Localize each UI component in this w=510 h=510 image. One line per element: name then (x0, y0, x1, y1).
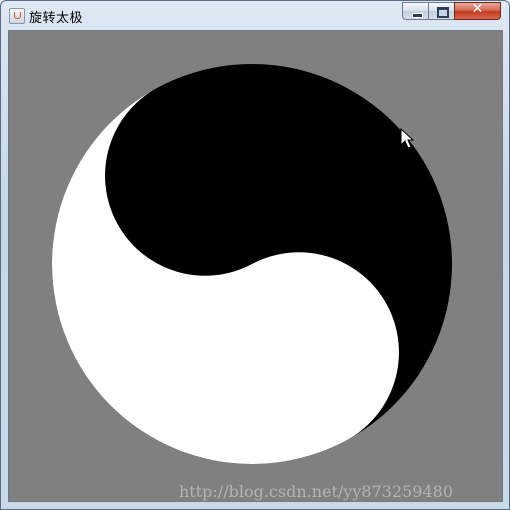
watermark-text: http://blog.csdn.net/yy873259480 (179, 482, 453, 501)
maximize-button[interactable] (428, 2, 455, 20)
app-window: 旋转太极 ✕ http://blog.csdn.net/yy873259480 (0, 0, 510, 510)
window-title: 旋转太极 (29, 11, 84, 26)
java-app-icon[interactable] (9, 8, 25, 24)
minimize-icon (412, 13, 423, 18)
drawing-canvas[interactable]: http://blog.csdn.net/yy873259480 (8, 30, 503, 502)
mouse-cursor-icon (400, 128, 414, 149)
maximize-icon (437, 7, 449, 18)
title-bar[interactable]: 旋转太极 ✕ (1, 1, 509, 31)
taiji-graphic (51, 63, 452, 464)
minimize-button[interactable] (402, 2, 429, 20)
close-button[interactable]: ✕ (454, 1, 501, 20)
close-icon: ✕ (471, 1, 484, 17)
